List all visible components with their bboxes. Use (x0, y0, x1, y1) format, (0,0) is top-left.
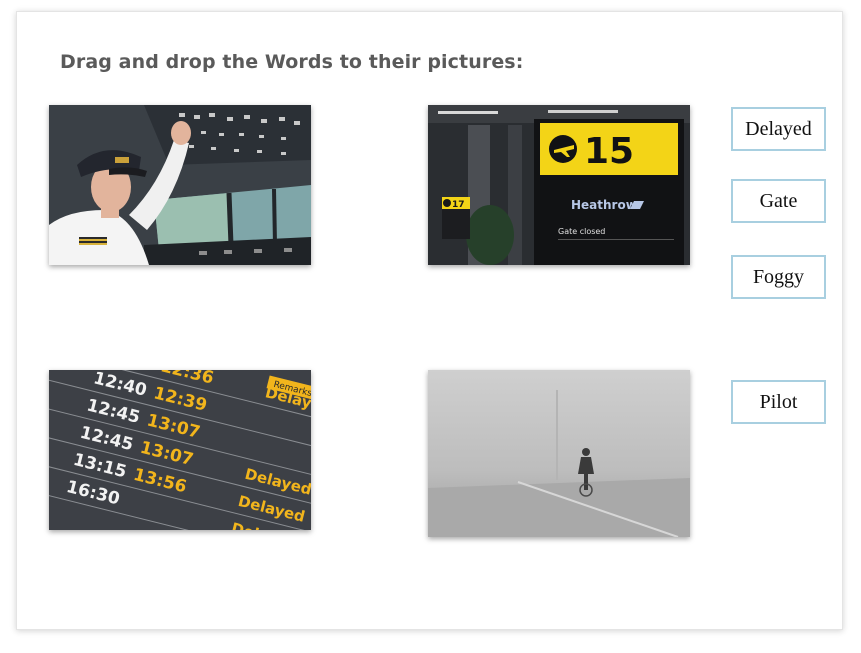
pilot-picture[interactable] (49, 105, 311, 265)
gate-number: 15 (584, 131, 634, 172)
word-pilot[interactable]: Pilot (731, 380, 826, 424)
gate-status: Gate closed (558, 227, 605, 236)
activity-card: Drag and drop the Words to their picture… (16, 11, 843, 630)
word-foggy[interactable]: Foggy (731, 255, 826, 299)
small-gate-number: 17 (452, 200, 465, 210)
gate-sign-image: 17 15 Heathrow Gate closed (428, 105, 690, 265)
delayed-picture[interactable]: Remarks12:2512:36Delayed12:4012:3912:451… (49, 370, 311, 530)
instruction-heading: Drag and drop the Words to their picture… (60, 51, 524, 73)
departures-board-image: Remarks12:2512:36Delayed12:4012:3912:451… (49, 370, 311, 530)
foggy-road-image (428, 370, 690, 537)
gate-picture[interactable]: 17 15 Heathrow Gate closed (428, 105, 690, 265)
word-gate[interactable]: Gate (731, 179, 826, 223)
pilot-cockpit-image (49, 105, 311, 265)
airport-name: Heathrow (571, 198, 637, 212)
word-delayed[interactable]: Delayed (731, 107, 826, 151)
foggy-picture[interactable] (428, 370, 690, 537)
